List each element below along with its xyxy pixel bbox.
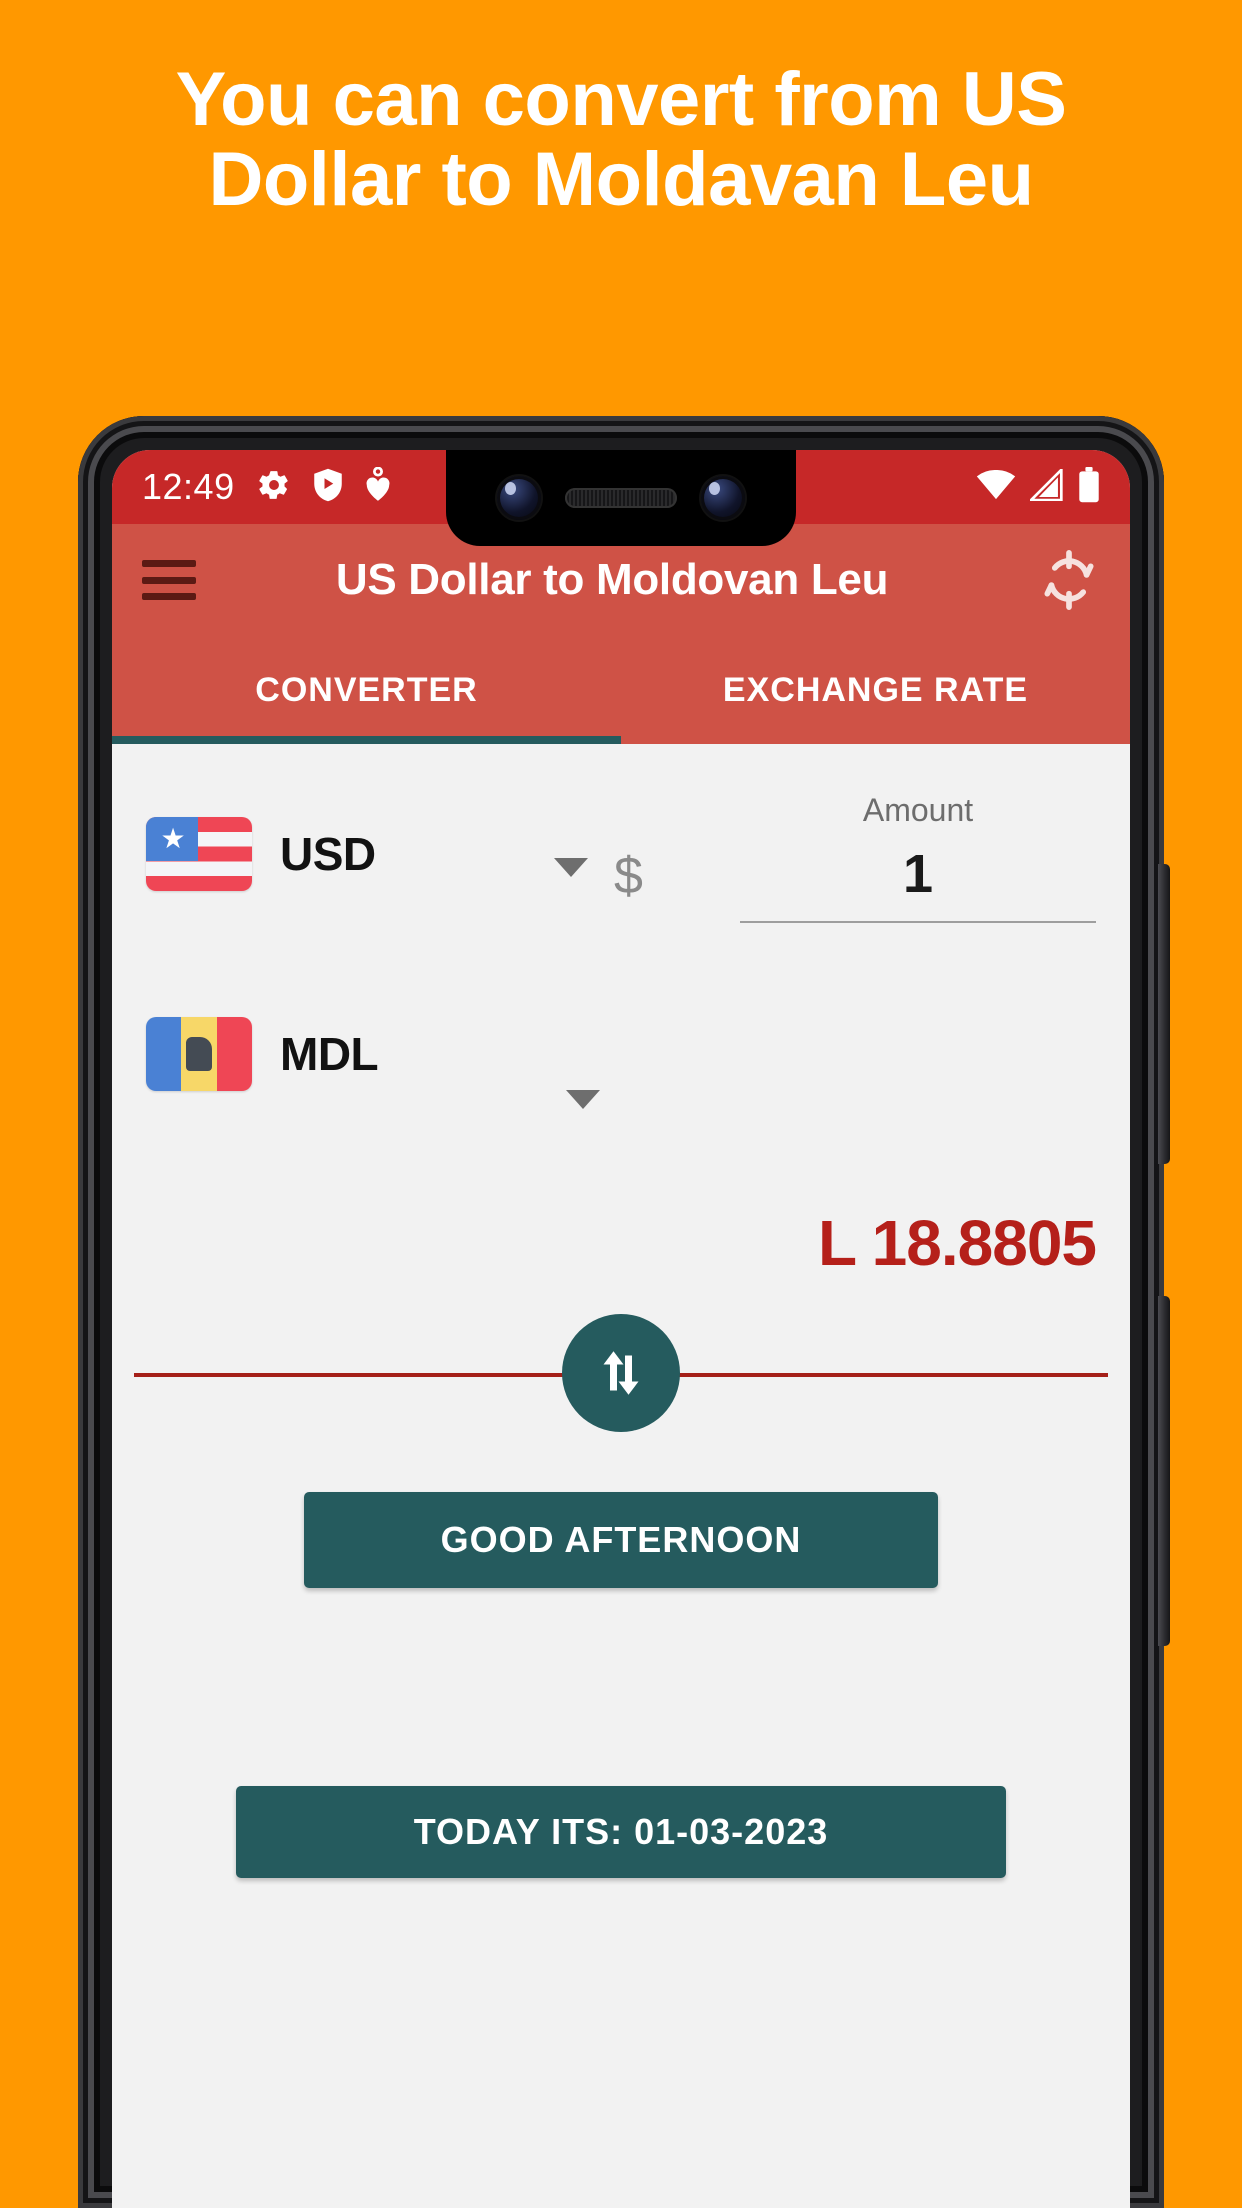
- amount-field-group: Amount 1: [740, 792, 1096, 923]
- converter-panel: ★ USD $ Amount 1 MDL L 18.8805 GOOD AFTE…: [112, 744, 1130, 2208]
- from-currency-symbol: $: [614, 847, 643, 905]
- to-currency-code: MDL: [280, 1028, 379, 1080]
- amount-label: Amount: [862, 792, 974, 828]
- moldova-flag-icon: [146, 1017, 252, 1091]
- phone-screen-bezel: 12:49 US Dollar to Moldovan Leu CONVERTE…: [112, 450, 1130, 2208]
- to-currency-dropdown-caret-icon[interactable]: [566, 1090, 600, 1109]
- earpiece-speaker: [565, 488, 677, 508]
- today-date-button[interactable]: TODAY ITS: 01-03-2023: [236, 1786, 1006, 1878]
- app-screen: 12:49 US Dollar to Moldovan Leu CONVERTE…: [112, 450, 1130, 2208]
- swap-divider-group: [112, 1314, 1130, 1434]
- from-currency-code: USD: [280, 828, 376, 880]
- tab-converter[interactable]: CONVERTER: [112, 636, 621, 744]
- amount-input[interactable]: 1: [740, 843, 1096, 923]
- tab-active-indicator: [112, 736, 621, 744]
- tab-exchange-rate[interactable]: EXCHANGE RATE: [621, 636, 1130, 744]
- page-title: US Dollar to Moldovan Leu: [335, 555, 889, 604]
- status-time: 12:49: [142, 466, 235, 507]
- heart-pin-icon: [365, 466, 391, 508]
- conversion-result: L 18.8805: [817, 1207, 1097, 1279]
- camera-notch: [446, 450, 796, 546]
- from-currency-dropdown-caret-icon[interactable]: [554, 858, 588, 877]
- status-bar-right: [976, 450, 1100, 524]
- phone-mockup: 12:49 US Dollar to Moldovan Leu CONVERTE…: [78, 416, 1170, 2208]
- to-currency-row: MDL: [146, 994, 1096, 1114]
- power-button[interactable]: [1158, 864, 1170, 1164]
- shield-play-icon: [313, 468, 343, 507]
- tab-bar: CONVERTER EXCHANGE RATE: [112, 636, 1130, 744]
- refresh-sync-icon[interactable]: [1038, 549, 1100, 611]
- wifi-icon: [976, 469, 1016, 505]
- volume-rocker-button[interactable]: [1158, 1296, 1170, 1646]
- us-flag-icon: ★: [146, 817, 252, 891]
- status-bar: 12:49: [112, 450, 1130, 546]
- from-currency-row: ★ USD $ Amount 1: [146, 784, 1096, 924]
- status-bar-left: 12:49: [142, 466, 391, 508]
- front-camera-right-icon: [701, 476, 745, 520]
- swap-currencies-button[interactable]: [562, 1314, 680, 1432]
- front-camera-left-icon: [497, 476, 541, 520]
- promo-headline: You can convert from US Dollar to Moldav…: [175, 57, 1067, 222]
- battery-icon: [1078, 466, 1100, 508]
- greeting-button[interactable]: GOOD AFTERNOON: [304, 1492, 938, 1588]
- cell-signal-icon: [1027, 466, 1064, 506]
- gear-icon: [257, 468, 291, 507]
